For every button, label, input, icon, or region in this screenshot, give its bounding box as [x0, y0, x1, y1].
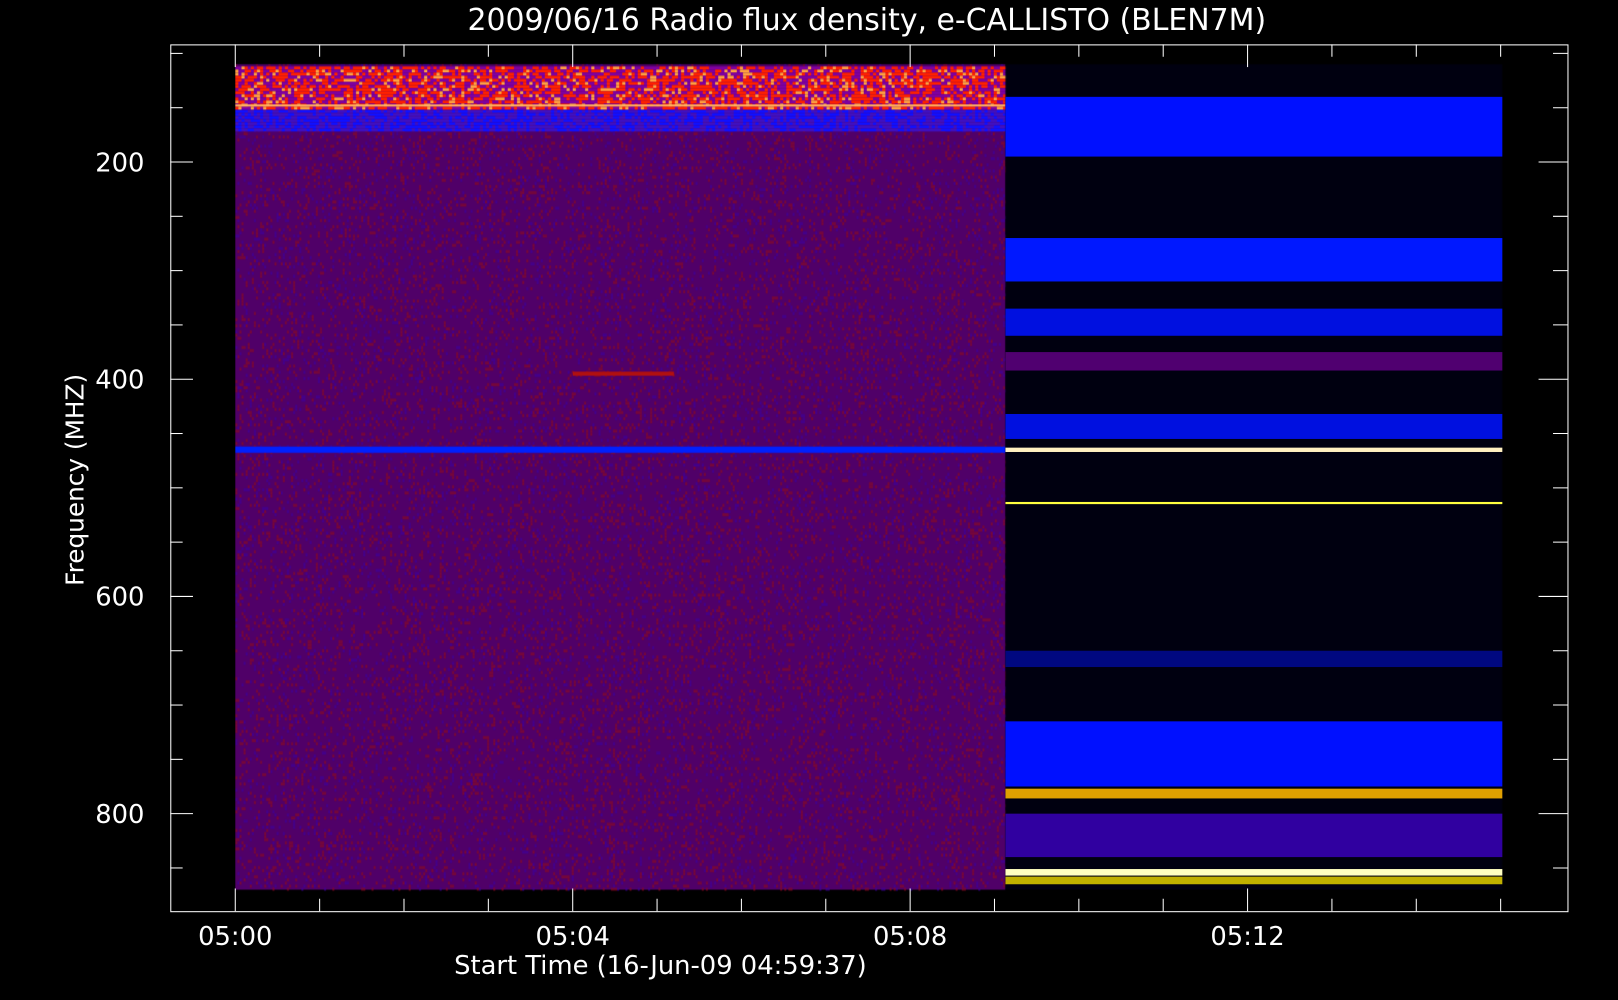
y-tick-label: 200: [95, 148, 144, 178]
background-band: [1005, 501, 1503, 505]
x-axis-label: Start Time (16-Jun-09 04:59:37): [454, 951, 867, 981]
background-band: [1005, 650, 1503, 668]
background-band: [1005, 869, 1503, 876]
chart-axes: 2009/06/16 Radio flux density, e-CALLIST…: [61, 3, 1569, 981]
background-band: [1005, 788, 1503, 799]
background-band: [1005, 721, 1503, 787]
x-tick-label: 05:12: [1210, 922, 1284, 952]
x-tick-label: 05:08: [873, 922, 947, 952]
background-band: [1005, 238, 1503, 282]
background-band: [1005, 308, 1503, 336]
background-band: [1005, 876, 1503, 885]
background-band: [1005, 96, 1503, 157]
chart-title: 2009/06/16 Radio flux density, e-CALLIST…: [467, 3, 1266, 38]
y-tick-label: 800: [95, 800, 144, 830]
background-band: [1005, 447, 1503, 452]
background-band: [1005, 352, 1503, 371]
spectrogram-figure: 2009/06/16 Radio flux density, e-CALLIST…: [0, 0, 1618, 1000]
y-tick-label: 400: [95, 366, 144, 396]
background-band: [1005, 813, 1503, 858]
x-tick-label: 05:00: [198, 922, 272, 952]
x-tick-label: 05:04: [536, 922, 610, 952]
background-band: [1005, 413, 1503, 439]
y-tick-label: 600: [95, 583, 144, 613]
y-axis-label: Frequency (MHZ): [61, 374, 90, 586]
